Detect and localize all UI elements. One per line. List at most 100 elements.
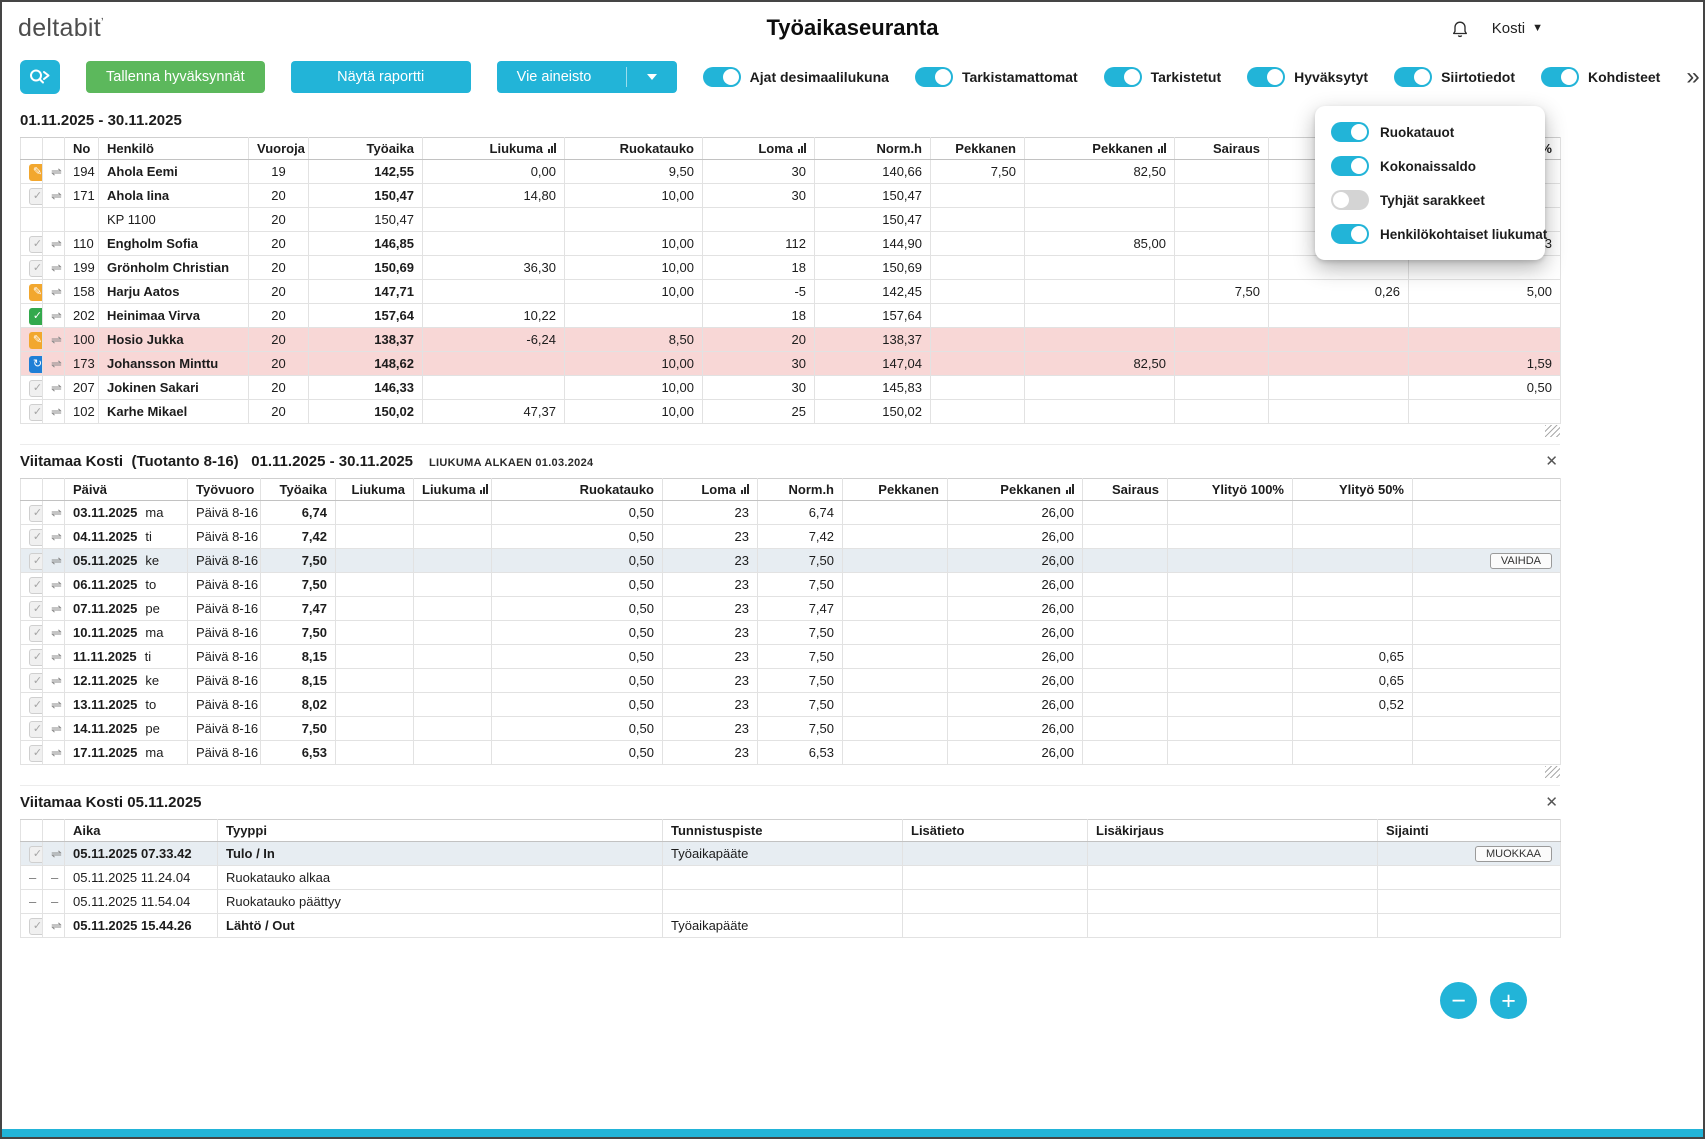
column-header-liukuma[interactable]: Liukuma: [335, 478, 414, 501]
checked-icon[interactable]: ✓: [29, 600, 42, 618]
column-header-pekkanen[interactable]: Pekkanen: [947, 478, 1083, 501]
column-header-tunnistuspiste[interactable]: Tunnistuspiste: [662, 819, 903, 842]
checked-icon[interactable]: ✓: [29, 235, 42, 253]
toggle-ajat-desimaalilukuna[interactable]: [702, 67, 741, 87]
toggle-kohdisteet[interactable]: [1540, 67, 1579, 87]
chart-icon[interactable]: [1066, 484, 1074, 494]
expand-toolbar-icon[interactable]: »: [1686, 65, 1699, 89]
swap-icon[interactable]: ⇌: [51, 697, 62, 712]
toggle-tyhjat-sarakkeet[interactable]: [1331, 190, 1369, 210]
menu-item-henkilokohtaiset-liukumat[interactable]: Henkilökohtaiset liukumat: [1315, 217, 1547, 251]
close-punch-icon[interactable]: ✕: [1545, 793, 1558, 811]
column-header-loma[interactable]: Loma: [702, 137, 815, 160]
detail-row[interactable]: ✓ ⇌ 03.11.2025 ma Päivä 8-16 6,74 0,50 23 6,74 26…: [20, 500, 1561, 525]
column-header-tyovuoro[interactable]: Työvuoro: [187, 478, 261, 501]
checked-icon[interactable]: ✓: [29, 187, 42, 205]
swap-icon[interactable]: ⇌: [51, 188, 62, 203]
detail-row[interactable]: ✓ ⇌ 13.11.2025 to Päivä 8-16 8,02 0,50 23 7,50 26…: [20, 692, 1561, 717]
detail-row[interactable]: ✓ ⇌ 07.11.2025 pe Päivä 8-16 7,47 0,50 23 7,47 26…: [20, 596, 1561, 621]
chart-icon[interactable]: [548, 143, 556, 153]
edit-icon[interactable]: ✎: [29, 283, 42, 301]
checked-icon[interactable]: ✓: [29, 403, 42, 421]
column-header-vuoroja[interactable]: Vuoroja: [248, 137, 309, 160]
column-header-tyoaika[interactable]: Työaika: [308, 137, 423, 160]
swap-icon[interactable]: ⇌: [51, 332, 62, 347]
toggle-hyvaksytyt[interactable]: [1247, 67, 1286, 87]
edit-icon[interactable]: ✎: [29, 331, 42, 349]
swap-icon[interactable]: ⇌: [51, 529, 62, 544]
detail-row[interactable]: ✓ ⇌ 17.11.2025 ma Päivä 8-16 6,53 0,50 23 6,53 26…: [20, 740, 1561, 765]
chart-icon[interactable]: [798, 143, 806, 153]
toggle-kokonaissaldo[interactable]: [1331, 156, 1369, 176]
transfer-icon[interactable]: ↻: [29, 355, 42, 373]
menu-item-ruokatauot[interactable]: Ruokatauot: [1315, 115, 1545, 149]
summary-row[interactable]: ✎ ⇌ 158 Harju Aatos 20 147,71 10,00 -5 142,45 7,5…: [20, 279, 1561, 304]
swap-icon[interactable]: ⇌: [51, 918, 62, 933]
swap-icon[interactable]: ⇌: [51, 308, 62, 323]
column-header-ylityo-50pct[interactable]: Ylityö 50%: [1292, 478, 1413, 501]
detail-row[interactable]: ✓ ⇌ 05.11.2025 ke Päivä 8-16 7,50 0,50 23 7,50 26…: [20, 548, 1561, 573]
column-header-liukuma[interactable]: Liukuma: [422, 137, 565, 160]
detail-row[interactable]: ✓ ⇌ 12.11.2025 ke Päivä 8-16 8,15 0,50 23 7,50 26…: [20, 668, 1561, 693]
checked-icon[interactable]: ✓: [29, 576, 42, 594]
column-header-tyyppi[interactable]: Tyyppi: [217, 819, 663, 842]
swap-icon[interactable]: ⇌: [51, 721, 62, 736]
chart-icon[interactable]: [480, 484, 489, 494]
checked-icon[interactable]: ✓: [29, 917, 42, 935]
notifications-bell-icon[interactable]: [1450, 18, 1470, 38]
checked-icon[interactable]: ✓: [29, 696, 42, 714]
swap-icon[interactable]: ⇌: [51, 625, 62, 640]
chart-icon[interactable]: [741, 484, 749, 494]
checked-icon[interactable]: ✓: [29, 672, 42, 690]
checked-icon[interactable]: ✓: [29, 720, 42, 738]
column-header-loma[interactable]: Loma: [662, 478, 758, 501]
summary-row[interactable]: ✓ ⇌ 202 Heinimaa Virva 20 157,64 10,22 18 157,64: [20, 303, 1561, 328]
checked-icon[interactable]: ✓: [29, 744, 42, 762]
column-header-norm-h[interactable]: Norm.h: [757, 478, 843, 501]
close-detail-icon[interactable]: ✕: [1545, 452, 1558, 470]
column-header-sairaus[interactable]: Sairaus: [1082, 478, 1168, 501]
punch-row[interactable]: – –05.11.2025 11.24.04 Ruokatauko alkaa: [20, 865, 1561, 890]
search-button[interactable]: [20, 60, 60, 94]
checked-icon[interactable]: ✓: [29, 504, 42, 522]
show-report-button[interactable]: Näytä raportti: [290, 61, 471, 93]
column-header-lisatieto[interactable]: Lisätieto: [902, 819, 1088, 842]
column-header-no[interactable]: No: [64, 137, 99, 160]
column-header-ruokatauko[interactable]: Ruokatauko: [564, 137, 703, 160]
column-header-aika[interactable]: Aika: [64, 819, 218, 842]
detail-row[interactable]: ✓ ⇌ 11.11.2025 ti Päivä 8-16 8,15 0,50 23 7,50 26…: [20, 644, 1561, 669]
edit-icon[interactable]: ✎: [29, 163, 42, 181]
detail-row[interactable]: ✓ ⇌ 06.11.2025 to Päivä 8-16 7,50 0,50 23 7,50 26…: [20, 572, 1561, 597]
summary-row[interactable]: ↻ ⇌ 173 Johansson Minttu 20 148,62 10,00 30 147,…: [20, 351, 1561, 376]
swap-icon[interactable]: ⇌: [51, 236, 62, 251]
column-header-pekkanen[interactable]: Pekkanen: [1024, 137, 1175, 160]
checked-icon[interactable]: ✓: [29, 259, 42, 277]
swap-icon[interactable]: ⇌: [51, 284, 62, 299]
menu-item-kokonaissaldo[interactable]: Kokonaissaldo: [1315, 149, 1545, 183]
toggle-siirtotiedot[interactable]: [1394, 67, 1433, 87]
edit-punch-button[interactable]: MUOKKAA: [1474, 846, 1552, 862]
table-resize-grip[interactable]: [1545, 425, 1560, 437]
toggle-tarkistetut[interactable]: [1103, 67, 1142, 87]
swap-icon[interactable]: ⇌: [51, 649, 62, 664]
checked-icon[interactable]: ✓: [29, 648, 42, 666]
swap-icon[interactable]: ⇌: [51, 356, 62, 371]
swap-icon[interactable]: ⇌: [51, 745, 62, 760]
swap-icon[interactable]: ⇌: [51, 577, 62, 592]
column-header-henkilo[interactable]: Henkilö: [98, 137, 249, 160]
checked-icon[interactable]: ✓: [29, 379, 42, 397]
column-header-norm-h[interactable]: Norm.h: [814, 137, 931, 160]
user-menu[interactable]: Kosti ▼: [1492, 20, 1543, 37]
swap-icon[interactable]: ⇌: [51, 380, 62, 395]
change-shift-button[interactable]: VAIHDA: [1489, 553, 1552, 569]
swap-icon[interactable]: ⇌: [51, 404, 62, 419]
detail-row[interactable]: ✓ ⇌ 04.11.2025 ti Päivä 8-16 7,42 0,50 23 7,42 26…: [20, 524, 1561, 549]
column-header-ruokatauko[interactable]: Ruokatauko: [491, 478, 663, 501]
column-header-sijainti[interactable]: Sijainti: [1377, 819, 1561, 842]
column-header-ylityo-100pct[interactable]: Ylityö 100%: [1167, 478, 1293, 501]
detail-row[interactable]: ✓ ⇌ 14.11.2025 pe Päivä 8-16 7,50 0,50 23 7,50 26…: [20, 716, 1561, 741]
column-header-liukuma[interactable]: Liukuma: [413, 478, 492, 501]
column-header-lisakirjaus[interactable]: Lisäkirjaus: [1087, 819, 1378, 842]
checked-icon[interactable]: ✓: [29, 528, 42, 546]
checked-icon[interactable]: ✓: [29, 845, 42, 863]
